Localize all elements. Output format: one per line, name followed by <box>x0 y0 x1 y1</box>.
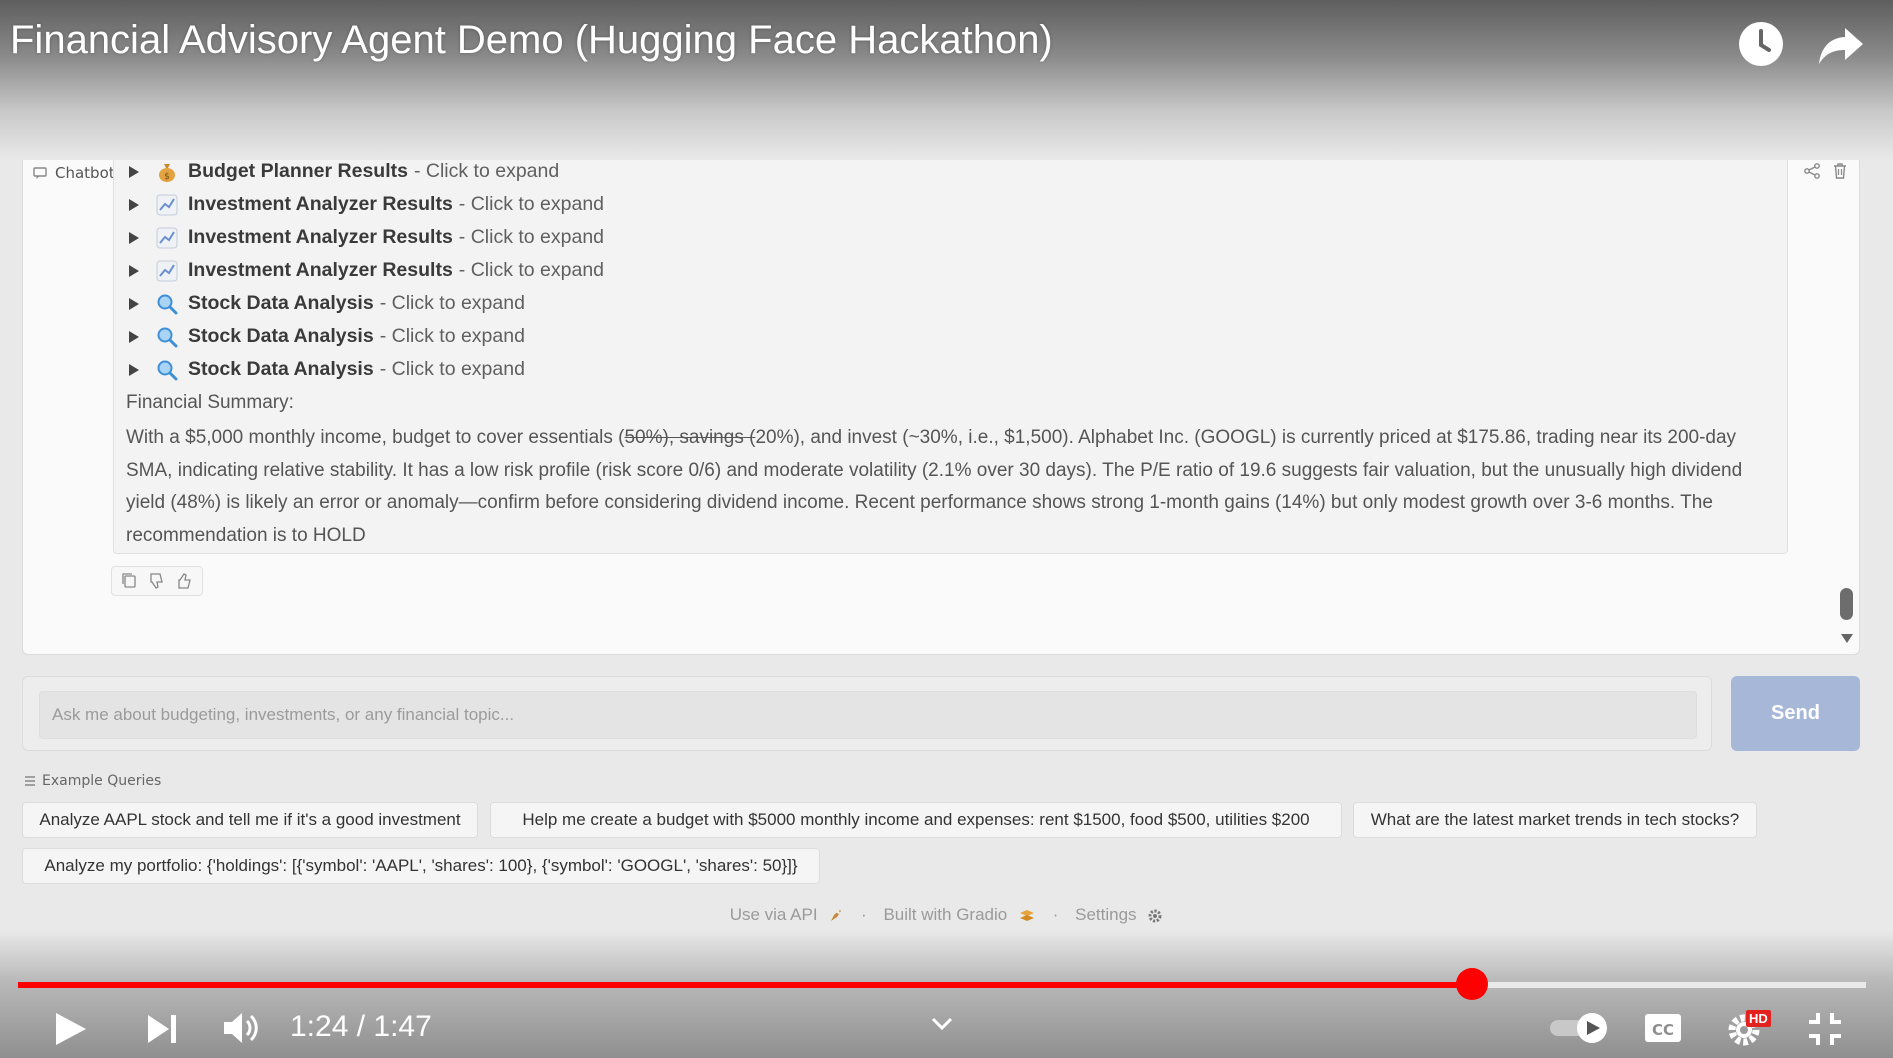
exit-fullscreen-icon[interactable] <box>1806 1010 1844 1048</box>
details-hint: - Click to expand <box>458 226 605 248</box>
message-input[interactable] <box>39 691 1697 739</box>
details-title: Stock Data Analysis <box>188 325 374 347</box>
play-icon[interactable] <box>50 1009 90 1049</box>
details-hint: - Click to expand <box>413 160 560 182</box>
details-title: Investment Analyzer Results <box>188 193 453 215</box>
details-investment-analyzer[interactable]: Investment Analyzer Results - Click to e… <box>126 188 1787 221</box>
details-hint: - Click to expand <box>379 358 525 380</box>
summary-title: Financial Summary: <box>126 392 294 413</box>
example-query-button[interactable]: What are the latest market trends in tec… <box>1353 802 1757 838</box>
expand-triangle-icon <box>129 297 139 310</box>
details-stock-data[interactable]: Stock Data Analysis - Click to expand <box>126 353 1787 386</box>
chart-icon <box>156 227 178 248</box>
captions-icon[interactable]: CC <box>1643 1012 1683 1044</box>
expand-triangle-icon <box>129 165 139 178</box>
example-query-button[interactable]: Analyze AAPL stock and tell me if it's a… <box>22 802 478 838</box>
expand-triangle-icon <box>129 363 139 376</box>
video-title[interactable]: Financial Advisory Agent Demo (Hugging F… <box>10 18 1053 63</box>
bot-message: $ Budget Planner Results - Click to expa… <box>113 154 1788 554</box>
scroll-down-icon[interactable] <box>1839 631 1855 645</box>
chat-toolbar <box>1803 162 1849 180</box>
examples-label-text: Example Queries <box>42 773 162 789</box>
summary-strikethrough: 50%), savings ( <box>624 427 756 448</box>
details-hint: - Click to expand <box>379 292 525 314</box>
details-title: Stock Data Analysis <box>188 292 374 314</box>
footer-separator: · <box>861 905 867 924</box>
magnifier-icon <box>157 360 178 380</box>
time-display: 1:24 / 1:47 <box>290 1010 432 1043</box>
copy-icon[interactable] <box>117 570 141 592</box>
share-icon[interactable] <box>1803 162 1821 180</box>
example-query-button[interactable]: Analyze my portfolio: {'holdings': [{'sy… <box>22 848 820 884</box>
thumbs-down-icon[interactable] <box>145 570 169 592</box>
details-hint: - Click to expand <box>458 193 605 215</box>
money-bag-icon: $ <box>159 163 175 182</box>
examples-label: Example Queries <box>24 773 161 789</box>
send-button[interactable]: Send <box>1731 676 1860 751</box>
progress-bar[interactable] <box>18 982 1866 988</box>
watch-later-icon[interactable] <box>1735 18 1787 70</box>
chart-icon <box>156 194 178 215</box>
gear-icon <box>1148 909 1162 923</box>
chat-icon <box>33 167 47 179</box>
chatbot-label-text: Chatbot <box>55 164 115 182</box>
scrollbar-thumb[interactable] <box>1840 588 1853 620</box>
details-stock-data[interactable]: Stock Data Analysis - Click to expand <box>126 320 1787 353</box>
chevron-down-icon[interactable] <box>930 1015 954 1033</box>
message-input-row <box>22 676 1712 751</box>
message-actions <box>111 566 203 596</box>
trash-icon[interactable] <box>1831 162 1849 180</box>
details-title: Stock Data Analysis <box>188 358 374 380</box>
settings-gear[interactable]: HD <box>1726 1008 1771 1048</box>
expand-triangle-icon <box>129 264 139 277</box>
thumbs-up-icon[interactable] <box>173 570 197 592</box>
list-icon <box>25 776 35 786</box>
results-list: $ Budget Planner Results - Click to expa… <box>126 155 1787 386</box>
expand-triangle-icon <box>129 330 139 343</box>
footer-separator: · <box>1052 905 1059 924</box>
volume-icon[interactable] <box>220 1008 260 1048</box>
autoplay-toggle[interactable] <box>1548 1012 1610 1044</box>
summary-text-part: With a $5,000 monthly income, budget to … <box>126 427 625 448</box>
gradio-logo-icon <box>1019 909 1034 921</box>
details-title: Investment Analyzer Results <box>188 259 453 281</box>
chatbot-panel: Chatbot $ Budget Planner Results - Click… <box>22 154 1860 655</box>
gradio-footer: Use via API · Built with Gradio · Settin… <box>0 905 1893 925</box>
share-icon[interactable] <box>1815 18 1867 70</box>
chart-icon <box>156 260 178 281</box>
progress-played <box>18 982 1471 988</box>
details-investment-analyzer[interactable]: Investment Analyzer Results - Click to e… <box>126 254 1787 287</box>
details-title: Investment Analyzer Results <box>188 226 453 248</box>
built-with-gradio-link[interactable]: Built with Gradio <box>883 905 1007 924</box>
video-title-bar: Financial Advisory Agent Demo (Hugging F… <box>0 0 1893 160</box>
summary-text: With a $5,000 monthly income, budget to … <box>126 422 1776 552</box>
use-via-api-link[interactable]: Use via API <box>730 905 818 924</box>
chatbot-label: Chatbot <box>33 164 115 182</box>
svg-text:$: $ <box>164 172 170 182</box>
details-stock-data[interactable]: Stock Data Analysis - Click to expand <box>126 287 1787 320</box>
magnifier-icon <box>157 327 178 347</box>
svg-text:CC: CC <box>1652 1021 1674 1039</box>
settings-link[interactable]: Settings <box>1075 905 1136 924</box>
progress-scrubber[interactable] <box>1456 968 1488 1000</box>
details-investment-analyzer[interactable]: Investment Analyzer Results - Click to e… <box>126 221 1787 254</box>
details-hint: - Click to expand <box>379 325 525 347</box>
rocket-icon <box>831 909 842 921</box>
magnifier-icon <box>157 294 178 314</box>
example-query-button[interactable]: Help me create a budget with $5000 month… <box>490 802 1342 838</box>
details-hint: - Click to expand <box>458 259 605 281</box>
expand-triangle-icon <box>129 198 139 211</box>
hd-badge: HD <box>1746 1010 1771 1027</box>
next-video-icon[interactable] <box>145 1012 179 1046</box>
expand-triangle-icon <box>129 231 139 244</box>
details-title: Budget Planner Results <box>188 160 408 182</box>
